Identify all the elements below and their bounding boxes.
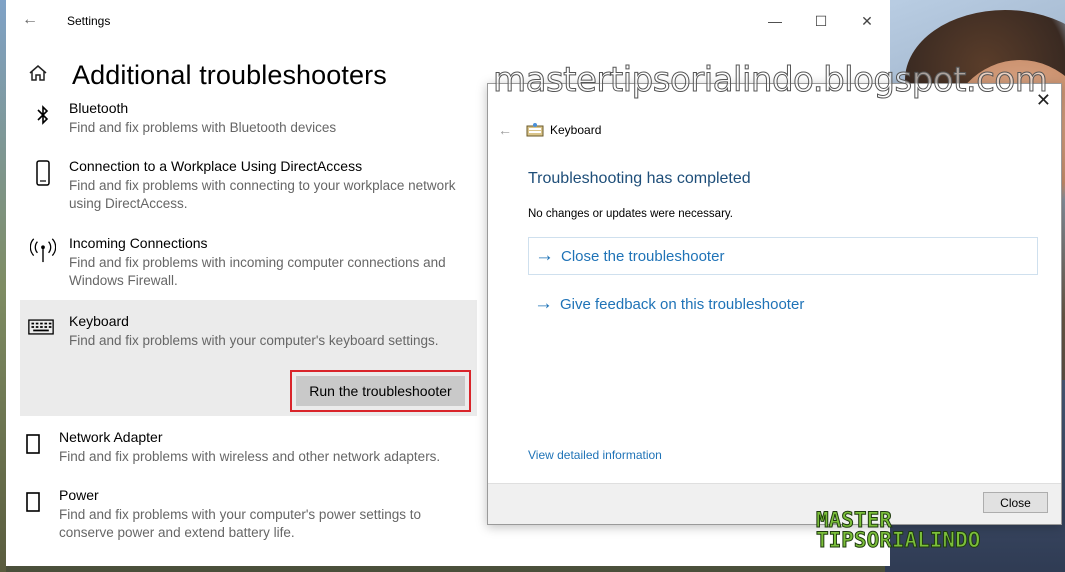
troubleshooter-item-directaccess[interactable]: Connection to a Workplace Using DirectAc… xyxy=(20,158,477,218)
troubleshooter-item-bluetooth[interactable]: Bluetooth Find and fix problems with Blu… xyxy=(20,100,477,150)
give-feedback-option[interactable]: → Give feedback on this troubleshooter xyxy=(528,285,1038,323)
run-troubleshooter-button[interactable]: Run the troubleshooter xyxy=(296,376,465,406)
antenna-icon xyxy=(30,235,56,265)
title-bar: ← Settings — ☐ ✕ xyxy=(6,0,890,42)
back-arrow-icon[interactable]: ← xyxy=(22,11,38,29)
window-title: Settings xyxy=(67,14,111,28)
window-controls: — ☐ ✕ xyxy=(752,0,890,42)
item-title: Power xyxy=(59,487,99,503)
option-label: Give feedback on this troubleshooter xyxy=(560,295,805,313)
item-description: Find and fix problems with your computer… xyxy=(69,333,439,348)
run-button-highlight: Run the troubleshooter xyxy=(290,370,471,412)
phone-device-icon xyxy=(30,158,56,188)
troubleshooter-item-network-adapter[interactable]: Network Adapter Find and fix problems wi… xyxy=(10,429,467,479)
bluetooth-icon xyxy=(30,100,56,130)
troubleshooter-item-incoming-connections[interactable]: Incoming Connections Find and fix proble… xyxy=(20,235,477,295)
power-icon xyxy=(20,487,46,517)
item-description: Find and fix problems with Bluetooth dev… xyxy=(69,120,337,135)
watermark-logo: MASTER TIPSORIALINDO xyxy=(815,508,981,552)
arrow-right-icon: → xyxy=(534,293,553,314)
watermark-logo-line1: MASTER xyxy=(815,508,892,532)
maximize-button[interactable]: ☐ xyxy=(798,0,844,42)
close-troubleshooter-option[interactable]: → Close the troubleshooter xyxy=(528,237,1038,275)
page-title: Additional troubleshooters xyxy=(72,60,387,90)
minimize-button[interactable]: — xyxy=(752,0,798,42)
page-header: Additional troubleshooters xyxy=(28,60,387,91)
watermark-url: mastertipsorialindo.blogspot.com xyxy=(492,60,1048,101)
item-title: Bluetooth xyxy=(69,100,129,116)
troubleshooter-dialog: ✕ ← Keyboard Troubleshooting has complet… xyxy=(487,83,1062,525)
item-description: Find and fix problems with incoming comp… xyxy=(69,255,446,288)
network-adapter-icon xyxy=(20,429,46,459)
option-label: Close the troubleshooter xyxy=(561,247,725,265)
arrow-right-icon: → xyxy=(535,245,554,266)
item-description: Find and fix problems with wireless and … xyxy=(59,449,441,464)
item-description: Find and fix problems with connecting to… xyxy=(69,178,456,211)
dialog-heading: Troubleshooting has completed xyxy=(528,170,751,187)
dialog-message: No changes or updates were necessary. xyxy=(528,208,733,220)
dialog-back-arrow-icon[interactable]: ← xyxy=(498,122,524,138)
item-description: Find and fix problems with your computer… xyxy=(59,507,421,540)
item-title: Connection to a Workplace Using DirectAc… xyxy=(69,158,363,174)
view-detailed-information-link[interactable]: View detailed information xyxy=(528,448,662,462)
item-title: Network Adapter xyxy=(59,429,163,445)
troubleshooter-keyboard-icon xyxy=(526,123,544,137)
watermark-logo-line2: TIPSORIALINDO xyxy=(815,528,981,552)
item-title: Keyboard xyxy=(69,313,129,329)
close-window-button[interactable]: ✕ xyxy=(844,0,890,42)
home-icon[interactable] xyxy=(28,63,50,89)
keyboard-icon xyxy=(28,312,54,342)
dialog-app-name: Keyboard xyxy=(550,123,602,137)
dialog-close-button[interactable]: Close xyxy=(983,492,1048,513)
dialog-header: ← Keyboard xyxy=(498,122,601,138)
troubleshooter-item-power[interactable]: Power Find and fix problems with your co… xyxy=(10,487,467,547)
item-title: Incoming Connections xyxy=(69,235,208,251)
